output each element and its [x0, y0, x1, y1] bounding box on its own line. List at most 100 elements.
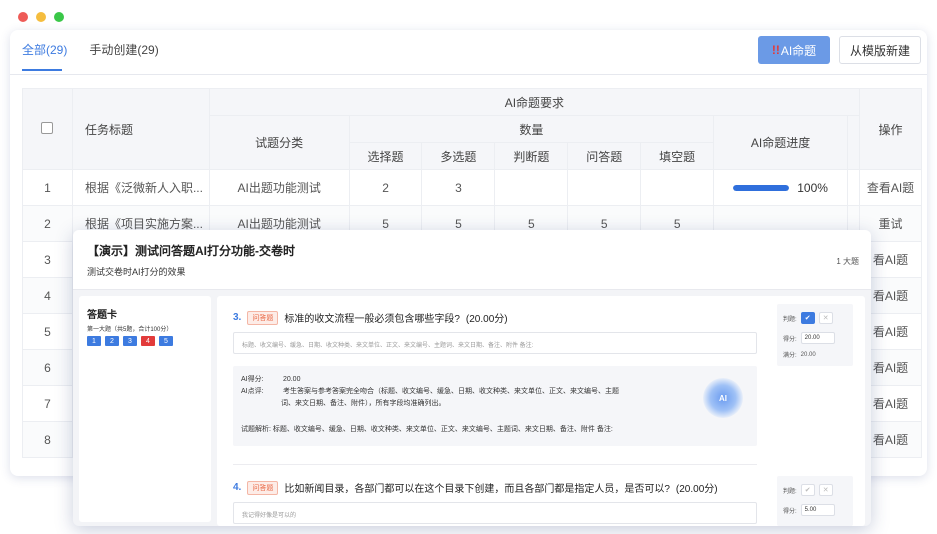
- maximize-window-dot[interactable]: [54, 12, 64, 22]
- q3-judge-label: 判题:: [783, 316, 797, 323]
- row-task-title[interactable]: 根据《泛微新人入职...: [71, 169, 210, 206]
- ai-score-value: 20.00: [282, 376, 301, 383]
- question-3-type-tag: 问答题: [247, 310, 279, 325]
- q4-score-row: 得分: 5.00: [783, 504, 835, 516]
- col-spacer: [847, 115, 861, 170]
- question-list: 3. 问答题 标准的收文流程一般必须包含哪些字段? (20.00分) 标题、收文…: [217, 296, 865, 526]
- exam-preview-panel: 【演示】测试问答题AI打分功能-交卷时 测试交卷时AI打分的效果 1 大题 答题…: [73, 230, 871, 526]
- ai-question-button[interactable]: !! AI命题: [758, 36, 830, 64]
- col-fill: 填空题: [640, 142, 715, 170]
- select-all-checkbox[interactable]: [41, 121, 54, 134]
- question-3-text: 标准的收文流程一般必须包含哪些字段?: [284, 314, 460, 325]
- progress-fill: [733, 184, 790, 191]
- analysis-line: 试题解析: 标题、收文编号、缓急、日期、收文种类、来文单位、正文、来文编号、主题…: [241, 424, 613, 436]
- col-task-title: 任务标题: [71, 88, 210, 170]
- ai-comment-text-2: 词、来文日期、备注、附件），所有字段均准确列出。: [281, 400, 446, 407]
- tab-manual-label: 手动创建(29): [89, 43, 159, 57]
- exam-title: 【演示】测试问答题AI打分功能-交卷时: [87, 244, 295, 258]
- tab-all-label: 全部(29): [22, 43, 68, 57]
- row-action-link[interactable]: 查看AI题: [859, 169, 922, 206]
- active-tab-underline: [22, 69, 62, 71]
- question-number-chip[interactable]: 5: [159, 336, 173, 346]
- q4-judge-row: 判题: ✔ ✕: [783, 484, 833, 496]
- ai-comment-label: AI点评:: [241, 388, 264, 395]
- exam-subtitle: 测试交卷时AI打分的效果: [87, 267, 186, 277]
- q4-wrong-x-icon[interactable]: ✕: [818, 484, 833, 496]
- row-multi-count: 3: [421, 169, 496, 206]
- exam-header: 【演示】测试问答题AI打分功能-交卷时 测试交卷时AI打分的效果 1 大题: [73, 230, 871, 290]
- q3-correct-check-icon[interactable]: ✔: [800, 312, 815, 324]
- q4-score-label: 得分:: [783, 508, 797, 515]
- row-index: 7: [22, 385, 73, 422]
- question-4-type-tag: 问答题: [247, 480, 279, 495]
- col-progress: AI命题进度: [713, 115, 849, 170]
- q3-score-row: 得分: 20.00: [783, 332, 835, 344]
- table-row: 1 根据《泛微新人入职... AI出题功能测试 2 3 100% 查看AI题: [22, 169, 922, 206]
- select-all-cell: [22, 88, 73, 170]
- row-index: 2: [22, 205, 73, 242]
- row-index: 8: [22, 421, 73, 458]
- question-number-chip[interactable]: 2: [105, 336, 119, 346]
- question-3-score: (20.00分): [465, 314, 508, 325]
- close-window-dot[interactable]: [18, 12, 28, 22]
- q4-correct-check-icon[interactable]: ✔: [800, 484, 815, 496]
- row-progress: 100%: [713, 169, 849, 206]
- question-3-grading: 判题: ✔ ✕ 得分: 20.00 满分: 20.00: [777, 304, 853, 366]
- col-qa: 问答题: [567, 142, 642, 170]
- q4-score-input[interactable]: 5.00: [800, 504, 835, 516]
- row-index: 3: [22, 241, 73, 278]
- ai-question-label: AI命题: [780, 43, 817, 58]
- row-fill-count: [640, 169, 715, 206]
- row-spacer: [847, 169, 861, 206]
- new-from-template-label: 从模版新建: [849, 43, 910, 58]
- col-judge: 判断题: [494, 142, 569, 170]
- question-4-number: 4.: [233, 482, 242, 493]
- ai-comment-line: AI点评: 考生答案与参考答案完全吻合（标题、收文编号、缓急、日期、收文种类、来…: [241, 386, 619, 398]
- question-number-list: 12345: [87, 336, 173, 346]
- question-3-header: 3. 问答题 标准的收文流程一般必须包含哪些字段? (20.00分): [233, 310, 508, 325]
- progress-bar: [733, 184, 790, 191]
- ai-warning-icon: !!: [771, 43, 780, 57]
- row-qa-count: [567, 169, 642, 206]
- progress-percent: 100%: [797, 180, 828, 195]
- col-multi: 多选题: [421, 142, 496, 170]
- question-3-answer: 标题、收文编号、缓急、日期、收文种类、来文单位、正文、来文编号、主题词、来文日期…: [233, 332, 757, 354]
- answer-card-heading: 答题卡: [87, 310, 117, 321]
- question-number-chip[interactable]: 1: [87, 336, 101, 346]
- row-index: 4: [22, 277, 73, 314]
- ai-score-line: AI得分: 20.00: [241, 374, 300, 386]
- row-category[interactable]: AI出题功能测试: [208, 169, 350, 206]
- ai-logo-icon: AI: [703, 378, 743, 418]
- new-from-template-button[interactable]: 从模版新建: [839, 36, 921, 64]
- question-number-chip[interactable]: 3: [123, 336, 137, 346]
- analysis-label: 试题解析:: [241, 426, 271, 433]
- ai-comment-text-1: 考生答案与参考答案完全吻合（标题、收文编号、缓急、日期、收文种类、来文单位、正文…: [282, 388, 619, 395]
- col-quantity: 数量: [348, 115, 715, 143]
- col-choice: 选择题: [348, 142, 423, 170]
- question-divider: [233, 464, 757, 465]
- section-count: 1 大题: [836, 257, 859, 266]
- q3-full-row: 满分: 20.00: [783, 350, 816, 360]
- q3-wrong-x-icon[interactable]: ✕: [818, 312, 833, 324]
- progress-indicator: 100%: [714, 181, 847, 195]
- window-controls: [18, 12, 64, 22]
- question-4-answer: 我记得好像是可以的: [233, 502, 757, 524]
- question-4-header: 4. 问答题 比如新闻目录，各部门都可以在这个目录下创建，而且各部门都是指定人员…: [233, 480, 718, 495]
- row-judge-count: [494, 169, 569, 206]
- q3-score-input[interactable]: 20.00: [800, 332, 835, 344]
- tab-all[interactable]: 全部(29): [22, 40, 67, 72]
- q3-score-label: 得分:: [783, 336, 797, 343]
- row-index: 6: [22, 349, 73, 386]
- tabs-divider: [10, 74, 927, 75]
- question-3-ai-review: AI得分: 20.00 AI点评: 考生答案与参考答案完全吻合（标题、收文编号、…: [233, 366, 757, 446]
- minimize-window-dot[interactable]: [36, 12, 46, 22]
- question-number-chip[interactable]: 4: [141, 336, 155, 346]
- answer-card-section: 第一大题（共5题，合计100分）: [87, 327, 173, 333]
- col-category: 试题分类: [208, 115, 350, 170]
- tab-manual[interactable]: 手动创建(29): [89, 40, 158, 72]
- question-3-number: 3.: [233, 312, 242, 323]
- q4-judge-label: 判题:: [783, 488, 797, 495]
- q3-full-value: 20.00: [800, 351, 816, 358]
- ai-score-label: AI得分:: [241, 376, 264, 383]
- col-ai-requirements: AI命题要求: [208, 88, 861, 116]
